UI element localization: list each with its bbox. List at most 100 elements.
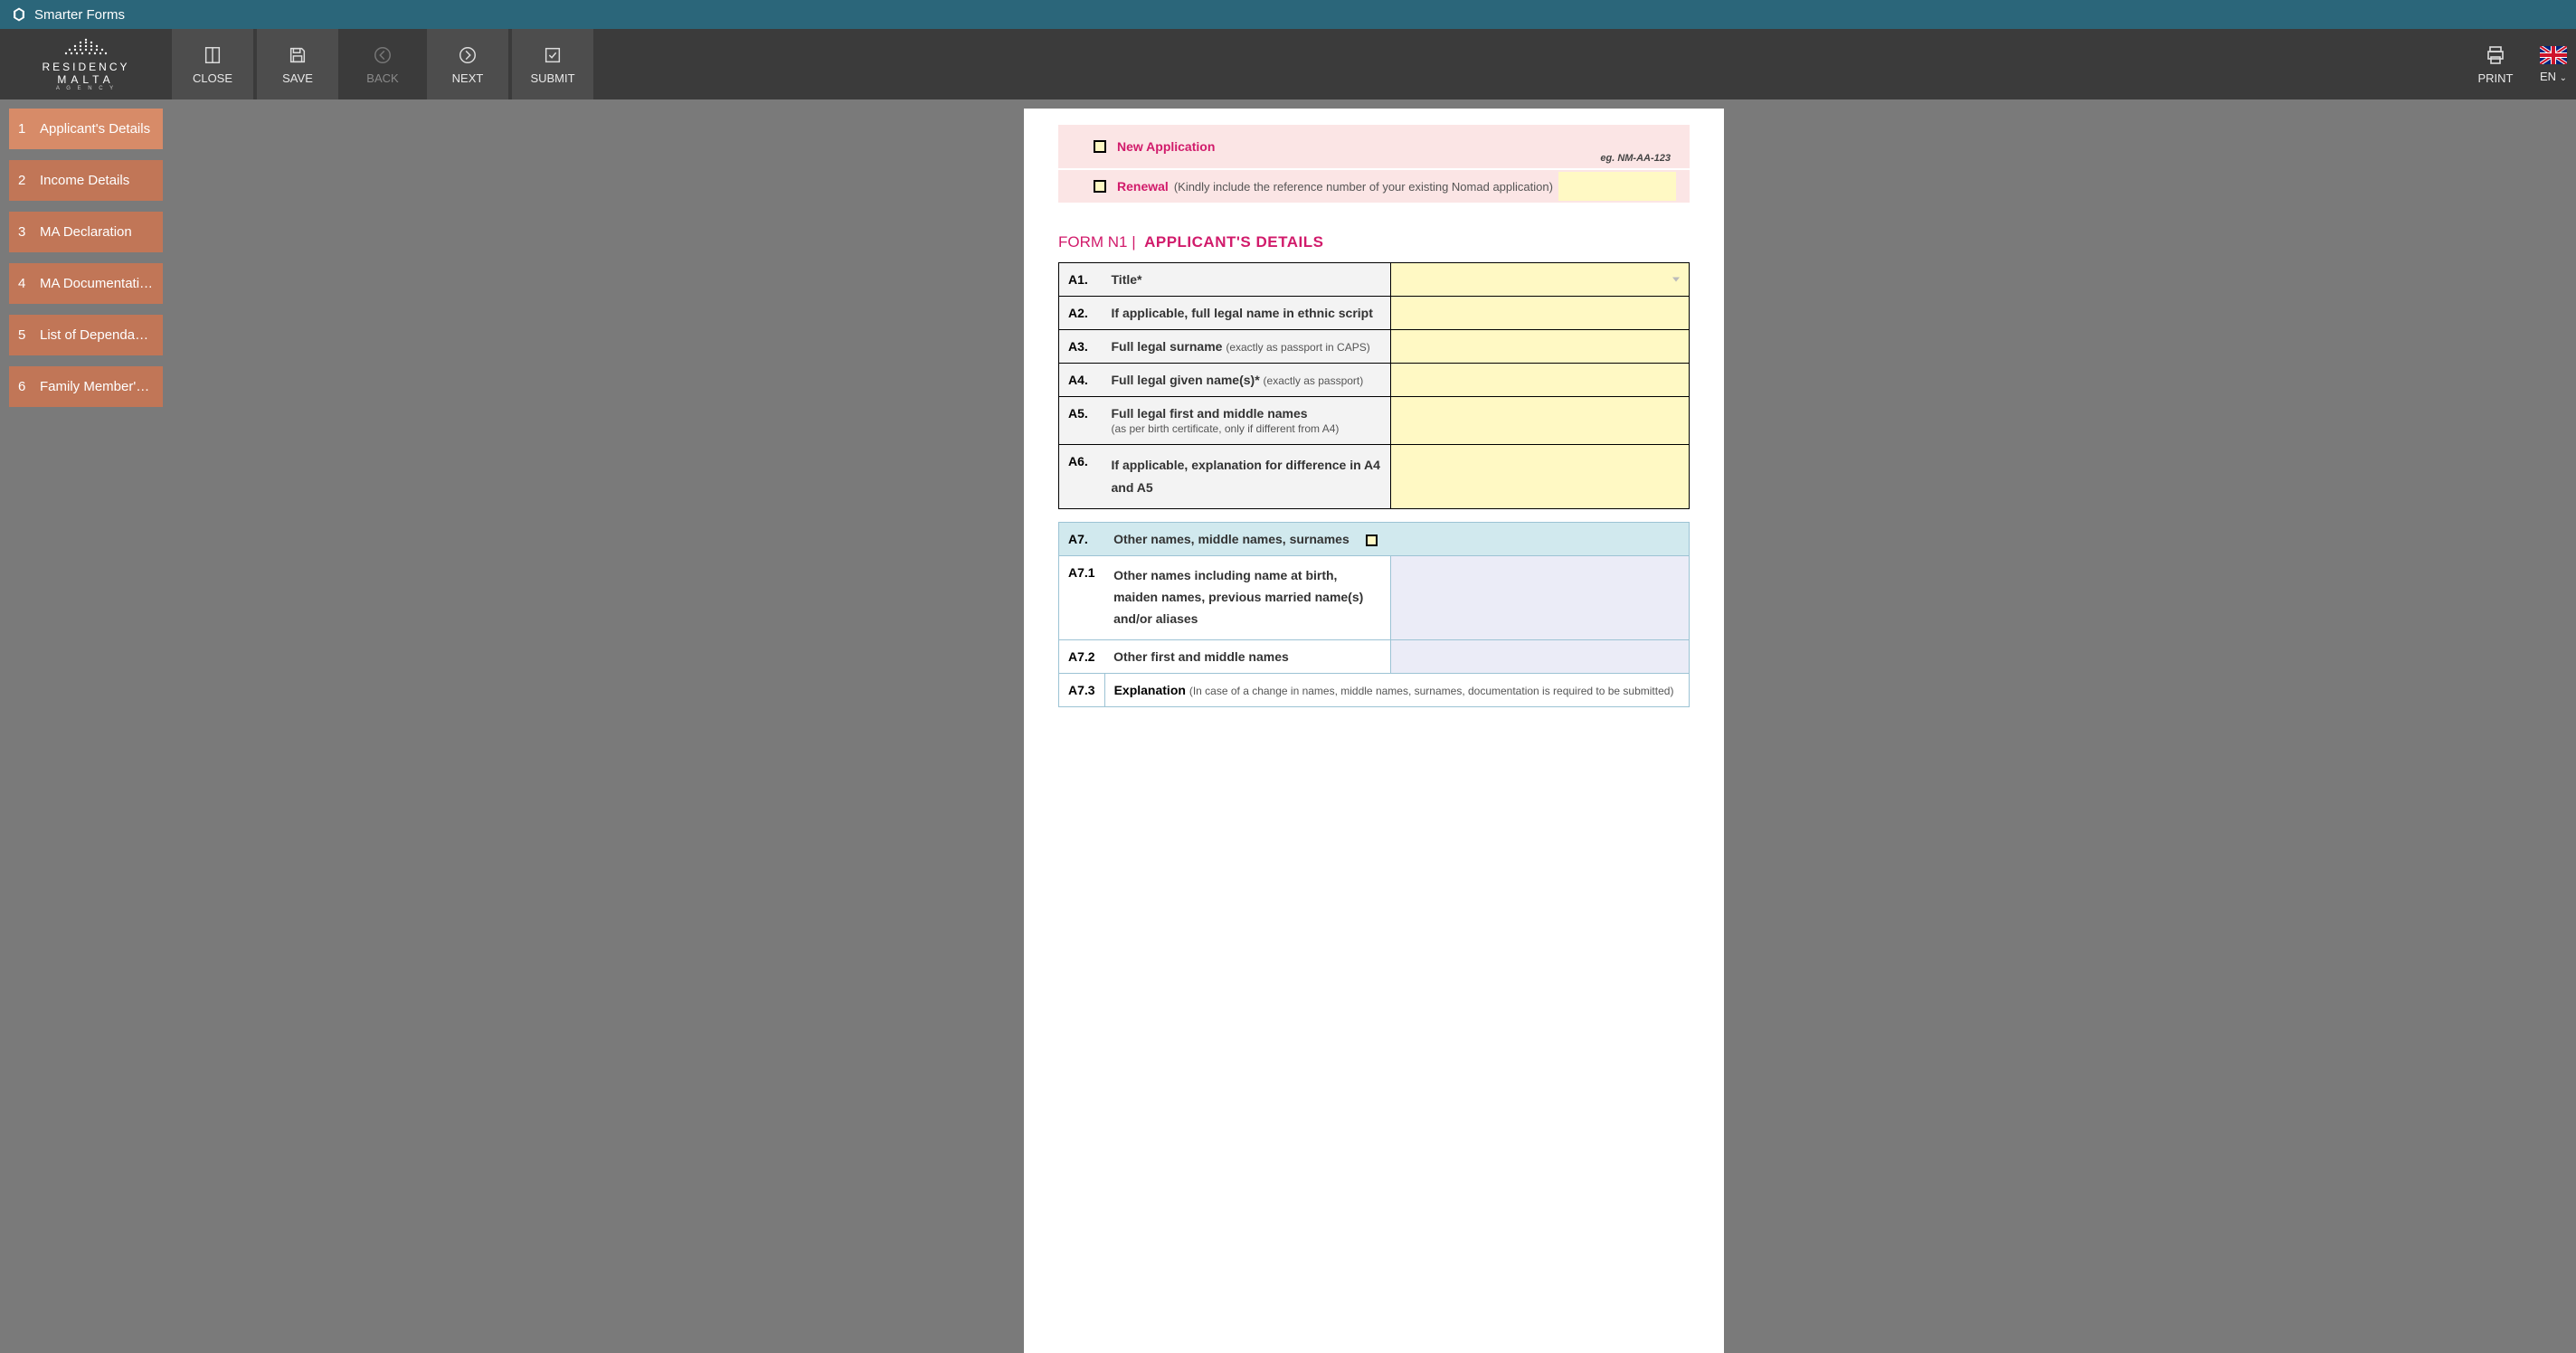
new-application-label: New Application xyxy=(1117,139,1215,154)
content-area: New Application eg. NM-AA-123 Renewal (K… xyxy=(172,99,2576,1353)
sidebar-item-label: Applicant's Details xyxy=(40,121,150,137)
new-application-row: New Application eg. NM-AA-123 xyxy=(1058,125,1690,168)
sidebar-item-label: MA Declaration xyxy=(40,224,132,240)
brand-line1: RESIDENCY xyxy=(42,61,129,73)
row-label: Other names including name at birth, mai… xyxy=(1104,556,1390,639)
row-label: Full legal first and middle names(as per… xyxy=(1103,397,1391,445)
title-select[interactable] xyxy=(1391,263,1690,297)
next-label: NEXT xyxy=(452,71,484,85)
sidebar-item-income-details[interactable]: 2 Income Details xyxy=(9,160,163,201)
sidebar-item-ma-documentation[interactable]: 4 MA Documentati… xyxy=(9,263,163,304)
row-label: Title* xyxy=(1103,263,1391,297)
row-num: A7.1 xyxy=(1059,556,1105,639)
row-a3: A3. Full legal surname (exactly as passp… xyxy=(1059,330,1690,364)
row-a7: A7. Other names, middle names, surnames xyxy=(1059,523,1690,556)
form-title-prefix: FORM N1 | xyxy=(1058,233,1136,251)
close-button[interactable]: CLOSE xyxy=(172,29,253,99)
difference-explanation-input[interactable] xyxy=(1391,445,1690,509)
sidebar-item-label: Income Details xyxy=(40,173,129,188)
next-button[interactable]: NEXT xyxy=(427,29,508,99)
close-label: CLOSE xyxy=(193,71,232,85)
save-label: SAVE xyxy=(282,71,313,85)
toolbar: CLOSE SAVE BACK NEXT SUBMIT PRINT xyxy=(0,29,2576,99)
brand-logo: RESIDENCY MALTA A G E N C Y xyxy=(0,29,172,99)
sidebar-item-num: 1 xyxy=(18,121,31,137)
row-a7-2: A7.2 Other first and middle names xyxy=(1059,639,1690,673)
print-label: PRINT xyxy=(2478,71,2514,85)
sidebar-item-list-of-dependants[interactable]: 5 List of Dependa… xyxy=(9,315,163,355)
ethnic-name-input[interactable] xyxy=(1391,297,1690,330)
app-title: Smarter Forms xyxy=(34,7,125,23)
other-names-input[interactable] xyxy=(1391,556,1690,639)
row-num: A1. xyxy=(1059,263,1103,297)
row-a2: A2. If applicable, full legal name in et… xyxy=(1059,297,1690,330)
sidebar-item-label: MA Documentati… xyxy=(40,276,153,291)
app-logo-icon xyxy=(11,6,27,23)
row-a7-3: A7.3 Explanation (In case of a change in… xyxy=(1059,673,1690,706)
other-names-table: A7. Other names, middle names, surnames … xyxy=(1058,522,1690,706)
brand-dots-icon xyxy=(59,37,113,57)
row-label: If applicable, full legal name in ethnic… xyxy=(1103,297,1391,330)
row-num: A6. xyxy=(1059,445,1103,509)
back-icon xyxy=(372,44,393,66)
row-label: Other first and middle names xyxy=(1104,639,1390,673)
row-a4: A4. Full legal given name(s)* (exactly a… xyxy=(1059,364,1690,397)
row-num: A2. xyxy=(1059,297,1103,330)
save-button[interactable]: SAVE xyxy=(257,29,338,99)
save-icon xyxy=(287,44,308,66)
surname-input[interactable] xyxy=(1391,330,1690,364)
row-label: Explanation (In case of a change in name… xyxy=(1104,673,1689,706)
sidebar-item-num: 6 xyxy=(18,379,31,394)
form-title-main: APPLICANT'S DETAILS xyxy=(1144,233,1323,251)
submit-button[interactable]: SUBMIT xyxy=(512,29,593,99)
print-button[interactable]: PRINT xyxy=(2464,29,2527,99)
chevron-down-icon xyxy=(1672,278,1680,282)
form-title: FORM N1 | APPLICANT'S DETAILS xyxy=(1058,233,1690,251)
other-names-checkbox[interactable] xyxy=(1366,535,1378,546)
row-num: A4. xyxy=(1059,364,1103,397)
sidebar-item-label: Family Member's… xyxy=(40,379,154,394)
row-num: A3. xyxy=(1059,330,1103,364)
given-names-input[interactable] xyxy=(1391,364,1690,397)
reference-example-text: eg. NM-AA-123 xyxy=(1600,153,1671,164)
chevron-down-icon: ⌄ xyxy=(2560,73,2567,83)
sidebar-item-num: 2 xyxy=(18,173,31,188)
applicant-details-table: A1. Title* A2. If applicable, full legal… xyxy=(1058,262,1690,509)
language-selector[interactable]: EN ⌄ xyxy=(2531,29,2576,99)
row-a7-1: A7.1 Other names including name at birth… xyxy=(1059,556,1690,639)
sidebar: 1 Applicant's Details 2 Income Details 3… xyxy=(0,99,172,1353)
renewal-label: Renewal xyxy=(1117,179,1169,194)
submit-label: SUBMIT xyxy=(530,71,574,85)
row-num: A5. xyxy=(1059,397,1103,445)
print-icon xyxy=(2485,44,2506,66)
row-label: Other names, middle names, surnames xyxy=(1104,523,1689,556)
submit-icon xyxy=(542,44,564,66)
form-page: New Application eg. NM-AA-123 Renewal (K… xyxy=(1024,109,1724,1353)
sidebar-item-num: 5 xyxy=(18,327,31,343)
sidebar-item-family-members[interactable]: 6 Family Member's… xyxy=(9,366,163,407)
flag-uk-icon xyxy=(2540,46,2567,64)
renewal-checkbox[interactable] xyxy=(1094,180,1106,193)
other-first-middle-input[interactable] xyxy=(1391,639,1690,673)
sidebar-item-ma-declaration[interactable]: 3 MA Declaration xyxy=(9,212,163,252)
language-label: EN ⌄ xyxy=(2540,70,2567,83)
row-label: Full legal surname (exactly as passport … xyxy=(1103,330,1391,364)
sidebar-item-applicants-details[interactable]: 1 Applicant's Details xyxy=(9,109,163,149)
row-label: Full legal given name(s)* (exactly as pa… xyxy=(1103,364,1391,397)
back-label: BACK xyxy=(366,71,398,85)
row-num: A7. xyxy=(1059,523,1105,556)
row-a6: A6. If applicable, explanation for diffe… xyxy=(1059,445,1690,509)
row-a1: A1. Title* xyxy=(1059,263,1690,297)
brand-line3: A G E N C Y xyxy=(56,86,116,91)
app-header: Smarter Forms xyxy=(0,0,2576,29)
renewal-reference-input[interactable] xyxy=(1558,172,1676,201)
sidebar-item-label: List of Dependa… xyxy=(40,327,148,343)
first-middle-names-input[interactable] xyxy=(1391,397,1690,445)
new-application-checkbox[interactable] xyxy=(1094,140,1106,153)
row-label: If applicable, explanation for differenc… xyxy=(1103,445,1391,509)
next-icon xyxy=(457,44,478,66)
row-a5: A5. Full legal first and middle names(as… xyxy=(1059,397,1690,445)
close-icon xyxy=(202,44,223,66)
back-button: BACK xyxy=(342,29,423,99)
row-num: A7.2 xyxy=(1059,639,1105,673)
